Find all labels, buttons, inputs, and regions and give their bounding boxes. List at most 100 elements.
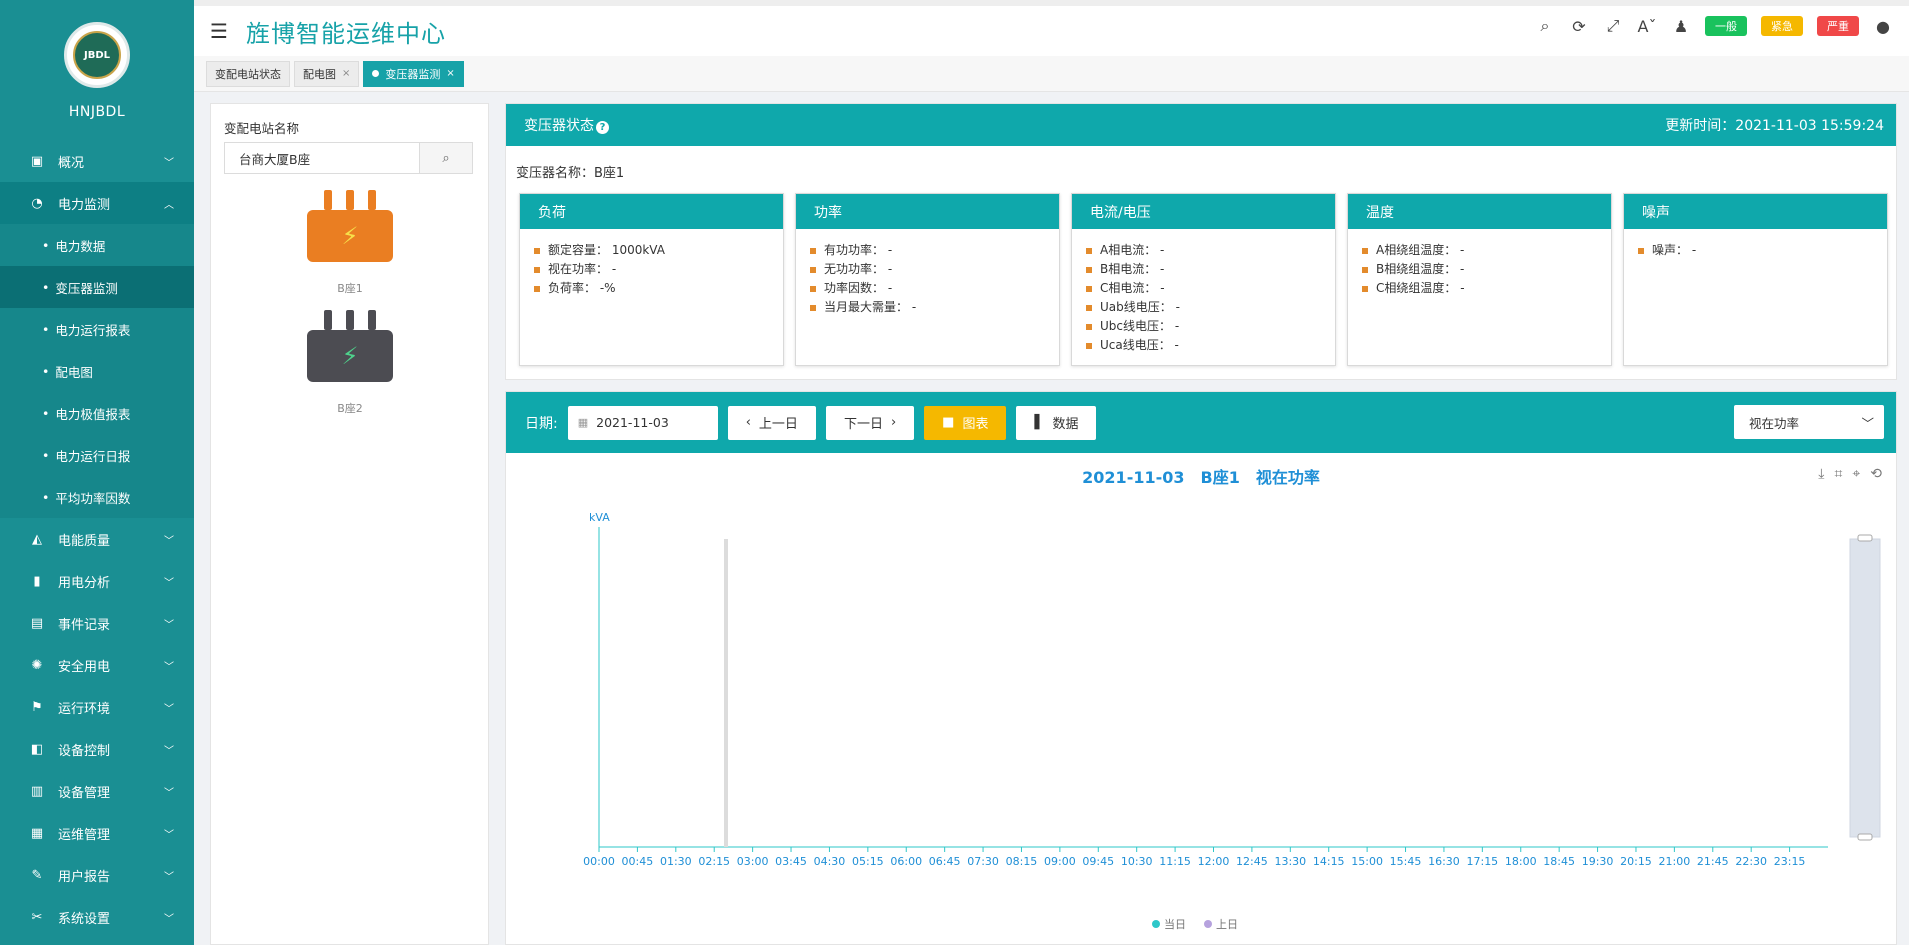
submenu-item-daily-report[interactable]: • 电力运行日报: [0, 434, 194, 476]
card-current-voltage: 电流/电压 A相电流： - B相电流： - C相电流： - Uab线电压： - …: [1071, 193, 1336, 366]
menu-item-power-quality[interactable]: ◭ 电能质量 ﹀: [0, 518, 194, 560]
menu-item-user-report[interactable]: ✎ 用户报告 ﹀: [0, 854, 194, 896]
x-tick-label: 08:15: [1006, 855, 1038, 868]
prev-day-button[interactable]: ‹ 上一日: [727, 405, 816, 440]
menu-item-safety[interactable]: ✺ 安全用电 ﹀: [0, 644, 194, 686]
card-temperature: 温度 A相绕组温度： - B相绕组温度： - C相绕组温度： -: [1347, 193, 1612, 366]
card-title: 噪声: [1624, 194, 1887, 229]
legend-marker: [1152, 920, 1160, 928]
search-button[interactable]: ⌕: [419, 143, 472, 173]
x-tick-label: 03:45: [775, 855, 807, 868]
status-title: 变压器状态?: [524, 115, 609, 135]
card-noise: 噪声 噪声： -: [1623, 193, 1888, 366]
chart-view-button[interactable]: ■ 图表: [924, 405, 1007, 440]
org-name: HNJBDL: [68, 104, 126, 120]
bullet-icon: •: [42, 363, 50, 379]
chevron-down-icon: ﹀: [164, 703, 174, 715]
chevron-down-icon: ﹀: [164, 787, 174, 799]
chevron-up-icon: ︿: [164, 199, 174, 211]
submenu-item-power-report[interactable]: • 电力运行报表: [0, 308, 194, 350]
tab-label: 变压器监测: [385, 67, 441, 81]
close-icon[interactable]: ×: [446, 68, 454, 79]
zoom-icon[interactable]: ⌗: [1834, 466, 1842, 482]
x-tick-label: 07:30: [967, 855, 999, 868]
x-tick-label: 17:15: [1466, 855, 1498, 868]
submenu-item-transformer-monitoring[interactable]: • 变压器监测: [0, 266, 194, 308]
legend-label: 当日: [1164, 917, 1186, 931]
card-row: 噪声： -: [1638, 241, 1887, 260]
date-value: 2021-11-03: [596, 415, 669, 430]
menu-item-system-settings[interactable]: ✂ 系统设置 ﹀: [0, 896, 194, 938]
user-icon[interactable]: ●: [1873, 17, 1893, 36]
menu-item-overview[interactable]: ▣ 概况 ﹀: [0, 140, 194, 182]
status-cards: 负荷 额定容量： 1000kVA 视在功率： - 负荷率： -% 功率 有功功率…: [519, 193, 1890, 366]
data-view-button[interactable]: ▌ 数据: [1016, 405, 1097, 440]
alarm-normal-badge[interactable]: 一般: [1705, 16, 1747, 36]
status-header: 变压器状态? 更新时间：2021-11-03 15:59:24: [506, 104, 1896, 146]
card-row: 视在功率： -: [534, 260, 783, 279]
app-title: 旌博智能运维中心: [246, 19, 446, 48]
station-search-input[interactable]: 台商大厦B座: [225, 143, 419, 173]
transformer-label: B座1: [337, 282, 363, 295]
x-tick-label: 15:00: [1351, 855, 1383, 868]
chevron-down-icon: ﹀: [164, 157, 174, 169]
submenu-item-power-data[interactable]: • 电力数据: [0, 224, 194, 266]
chevron-down-icon: ﹀: [164, 619, 174, 631]
chart-tools: ⤓ ⌗ ⌖ ⟲: [1818, 466, 1882, 482]
submenu-item-extremes-report[interactable]: • 电力极值报表: [0, 392, 194, 434]
menu-item-power-monitoring[interactable]: ◔ 电力监测 ︿: [0, 182, 194, 224]
x-tick-label: 18:00: [1505, 855, 1537, 868]
menu-item-device-management[interactable]: ▥ 设备管理 ﹀: [0, 770, 194, 812]
search-icon[interactable]: ⌕: [1535, 16, 1555, 36]
menu-item-environment[interactable]: ⚑ 运行环境 ﹀: [0, 686, 194, 728]
submenu-label: 电力运行报表: [55, 322, 131, 338]
next-day-button[interactable]: 下一日 ›: [825, 405, 915, 440]
submenu-label: 变压器监测: [55, 280, 118, 296]
power-icon: ◔: [31, 195, 43, 211]
help-icon[interactable]: ?: [596, 121, 609, 134]
chart-panel: 日期: ▦ 2021-11-03 ‹ 上一日 下一日 › ■ 图表 ▌ 数据 视在功率 ﹀ …: [505, 391, 1897, 945]
metric-select[interactable]: 视在功率 ﹀: [1734, 405, 1884, 439]
menu-label: 设备控制: [58, 743, 111, 759]
close-icon[interactable]: ×: [342, 68, 350, 79]
tab-transformer-monitoring[interactable]: 变压器监测 ×: [363, 60, 464, 87]
tab-distribution-diagram[interactable]: 配电图 ×: [294, 60, 360, 87]
restore-icon[interactable]: ⟲: [1870, 466, 1882, 482]
menu-item-usage-analysis[interactable]: ▮ 用电分析 ﹀: [0, 560, 194, 602]
monitor-icon: ▣: [30, 153, 44, 169]
zoom-reset-icon[interactable]: ⌖: [1852, 466, 1860, 482]
font-size-icon[interactable]: Aˇ: [1637, 17, 1657, 36]
card-row: 当月最大需量： -: [810, 298, 1059, 317]
lightning-icon: ⚡: [307, 210, 393, 262]
sidebar: JBDL HNJBDL ▣ 概况 ﹀ ◔ 电力监测 ︿ • 电力数据 • 变压器监测 • 电力…: [0, 0, 194, 945]
x-tick-label: 13:30: [1274, 855, 1306, 868]
x-tick-label: 15:45: [1390, 855, 1422, 868]
alarm-severe-badge[interactable]: 严重: [1817, 16, 1859, 36]
transformer-name-value: B座1: [594, 166, 625, 181]
card-title: 温度: [1348, 194, 1611, 229]
chevron-down-icon: ﹀: [164, 535, 174, 547]
menu-toggle-icon[interactable]: ☰: [210, 19, 234, 43]
card-row: B相电流： -: [1086, 260, 1335, 279]
book-icon: ▤: [30, 615, 44, 631]
submenu-item-power-factor[interactable]: • 平均功率因数: [0, 476, 194, 518]
theme-shirt-icon[interactable]: ♟: [1671, 17, 1691, 36]
chevron-down-icon: ﹀: [164, 661, 174, 673]
transformer-b1[interactable]: ⚡ B座1: [305, 190, 395, 296]
menu-label: 用户报告: [58, 869, 111, 885]
transformer-b2[interactable]: ⚡ B座2: [305, 310, 395, 416]
active-dot-icon: [372, 70, 380, 77]
alarm-urgent-badge[interactable]: 紧急: [1761, 16, 1803, 36]
menu-item-om-management[interactable]: ▦ 运维管理 ﹀: [0, 812, 194, 854]
refresh-icon[interactable]: ⟳: [1569, 17, 1589, 36]
tab-station-status[interactable]: 变配电站状态: [206, 60, 290, 87]
submenu-item-distribution-diagram[interactable]: • 配电图: [0, 350, 194, 392]
fullscreen-icon[interactable]: ⤢: [1603, 16, 1623, 36]
x-tick-label: 05:15: [852, 855, 884, 868]
date-picker[interactable]: ▦ 2021-11-03: [567, 405, 718, 440]
download-icon[interactable]: ⤓: [1818, 466, 1824, 482]
card-row: B相绕组温度： -: [1362, 260, 1611, 279]
menu-item-device-control[interactable]: ◧ 设备控制 ﹀: [0, 728, 194, 770]
legend-label: 上日: [1216, 918, 1238, 931]
menu-item-event-log[interactable]: ▤ 事件记录 ﹀: [0, 602, 194, 644]
